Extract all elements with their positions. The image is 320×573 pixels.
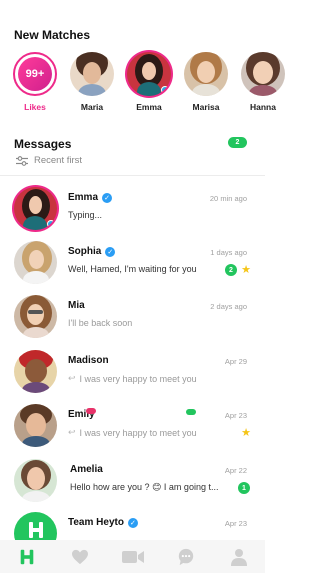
contact-name: Emma ✓ [68, 192, 113, 203]
verified-icon: ✓ [127, 517, 138, 528]
contact-name-text: Amelia [70, 464, 103, 475]
divider [0, 175, 265, 176]
message-preview-text: I was very happy to meet you [79, 427, 197, 438]
chat-icon [178, 548, 193, 565]
sort-control[interactable]: Recent first [16, 155, 82, 166]
conversation-row[interactable]: Madison Apr 29 ↩ I was very happy to mee… [0, 346, 265, 398]
video-icon [121, 550, 144, 563]
online-indicator [161, 86, 169, 94]
star-icon[interactable]: ★ [241, 263, 251, 276]
tab-video[interactable] [121, 545, 145, 569]
contact-name: Mia [68, 300, 85, 311]
contact-name-text: Mia [68, 300, 85, 311]
match-name: Hanna [250, 102, 276, 112]
message-preview-text: I'll be back soon [68, 318, 133, 328]
message-preview: Well, Hamed, I'm waiting for you [68, 264, 197, 274]
avatar [241, 52, 285, 96]
message-time: 2 days ago [210, 302, 247, 311]
match-name: Marisa [192, 102, 220, 112]
heyto-logo-icon [29, 522, 43, 538]
online-indicator [47, 220, 55, 228]
profile-icon [230, 548, 247, 566]
avatar [14, 404, 57, 447]
message-preview: I'll be back soon [68, 318, 132, 328]
new-matches-title: New Matches [14, 28, 91, 42]
avatar [184, 52, 228, 96]
match-item-marisa[interactable]: Marisa [183, 52, 229, 114]
avatar [14, 241, 57, 284]
match-item-maria[interactable]: Maria [69, 52, 115, 114]
avatar [14, 350, 57, 393]
contact-name: Team Heyto ✓ [68, 517, 138, 528]
match-name: Emma [136, 102, 162, 112]
likes-ring: 99+ [13, 52, 57, 96]
contact-name: Madison [68, 355, 109, 366]
conversation-row[interactable]: Sophia ✓ 1 days ago Well, Hamed, I'm wai… [0, 237, 265, 289]
verified-icon: ✓ [102, 192, 113, 203]
contact-name-text: Madison [68, 355, 109, 366]
tab-chat[interactable] [174, 545, 198, 569]
message-preview-text: I was very happy to meet you [79, 373, 197, 384]
avatar [14, 459, 57, 502]
sliders-icon [16, 155, 28, 166]
conversation-row[interactable]: Emma ✓ 20 min ago Typing... [0, 183, 265, 235]
message-time: Apr 23 [224, 519, 247, 528]
likes-label: Likes [24, 102, 46, 112]
message-preview-text: Well, Hamed, I'm waiting for you [68, 264, 197, 274]
messages-title: Messages [14, 137, 72, 151]
reply-icon: ↩ [68, 373, 76, 383]
bottom-tab-bar [0, 540, 265, 573]
message-time: Apr 29 [224, 357, 247, 366]
pink-marker [86, 408, 96, 414]
match-item-hanna[interactable]: Hanna [240, 52, 286, 114]
conversation-row[interactable]: Amelia Apr 22 Hello how are you ? 😊 I am… [0, 455, 265, 507]
avatar [127, 52, 171, 96]
heart-icon [71, 549, 88, 564]
message-time: 20 min ago [209, 194, 247, 203]
unread-badge: 2 [225, 264, 237, 276]
verified-icon: ✓ [105, 246, 116, 257]
conversation-row[interactable]: Emily Apr 23 ↩ I was very happy to meet … [0, 400, 265, 452]
star-icon[interactable]: ★ [241, 426, 251, 439]
contact-name-text: Sophia [68, 246, 102, 257]
message-time: Apr 23 [224, 411, 247, 420]
new-matches-carousel[interactable]: 99+ Likes Maria Emma Marisa Hanna [12, 52, 285, 114]
likes-item[interactable]: 99+ Likes [12, 52, 58, 114]
message-preview: Hello how are you ? 😊 I am going t... [70, 482, 218, 493]
conversation-row[interactable]: Mia 2 days ago I'll be back soon [0, 291, 265, 343]
match-item-emma[interactable]: Emma [126, 52, 172, 114]
message-preview: ↩ I was very happy to meet you [68, 427, 197, 438]
avatar [14, 187, 57, 230]
message-time: Apr 22 [224, 466, 247, 475]
tab-likes[interactable] [68, 545, 92, 569]
contact-name-text: Emma [68, 192, 99, 203]
sort-label: Recent first [34, 155, 83, 166]
reply-icon: ↩ [68, 427, 76, 437]
messages-count-badge: 2 [228, 137, 247, 148]
message-preview-text: Typing... [68, 210, 103, 220]
tab-profile[interactable] [227, 545, 251, 569]
contact-name-text: Team Heyto [68, 517, 124, 528]
message-preview-text: Hello how are you ? 😊 I am going t... [70, 482, 219, 492]
green-marker [186, 409, 196, 415]
unread-badge: 1 [238, 482, 250, 494]
tab-home[interactable] [15, 545, 39, 569]
contact-name: Sophia ✓ [68, 246, 116, 257]
message-preview: ↩ I was very happy to meet you [68, 373, 197, 384]
likes-count: 99+ [18, 57, 52, 91]
message-preview: Typing... [68, 210, 102, 220]
match-name: Maria [80, 102, 104, 112]
contact-name: Amelia [70, 464, 103, 475]
avatar [70, 52, 114, 96]
message-time: 1 days ago [210, 248, 247, 257]
avatar [14, 295, 57, 338]
home-logo-icon [20, 549, 33, 564]
